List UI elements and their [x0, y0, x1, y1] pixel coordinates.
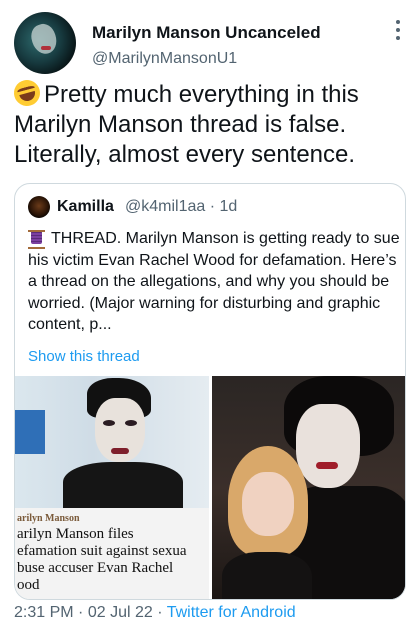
- tweet-footer: 2:31 PM · 02 Jul 22 · Twitter for Androi…: [14, 604, 296, 622]
- rolling-on-floor-laughing-icon: [11, 77, 43, 109]
- thread-spool-icon: [28, 230, 45, 249]
- article-kicker: arilyn Manson: [17, 513, 80, 524]
- tweet-date[interactable]: 02 Jul 22: [88, 604, 153, 621]
- author-name[interactable]: Marilyn Manson Uncanceled: [92, 23, 321, 43]
- quoted-separator: ·: [209, 198, 216, 215]
- more-options-icon[interactable]: [396, 20, 402, 40]
- author-avatar[interactable]: [14, 12, 76, 74]
- show-thread-link[interactable]: Show this thread: [28, 348, 140, 365]
- quoted-author-avatar[interactable]: [28, 196, 50, 218]
- footer-separator: ·: [157, 604, 163, 621]
- avatar-lips: [41, 46, 51, 50]
- tweet-time[interactable]: 2:31 PM: [14, 604, 74, 621]
- quoted-author-handle[interactable]: @k4mil1aa: [125, 198, 205, 215]
- article-headline: arilyn Manson files efamation suit again…: [17, 526, 187, 593]
- tweet-text-content: Pretty much everything in this Marilyn M…: [14, 81, 359, 168]
- quoted-text: THREAD. Marilyn Manson is getting ready …: [28, 228, 400, 336]
- media-image-photo[interactable]: [212, 376, 405, 599]
- quoted-author-meta: @k4mil1aa · 1d: [125, 198, 237, 216]
- quoted-text-content: THREAD. Marilyn Manson is getting ready …: [28, 230, 400, 334]
- article-photo: [15, 376, 209, 508]
- avatar-face: [27, 21, 61, 57]
- tweet-text: Pretty much everything in this Marilyn M…: [11, 77, 410, 170]
- article-caption: arilyn Manson arilyn Manson files efamat…: [15, 512, 209, 594]
- tweet-header: Marilyn Manson Uncanceled @MarilynManson…: [14, 12, 406, 76]
- footer-separator: ·: [78, 604, 84, 621]
- quoted-author-name[interactable]: Kamilla: [57, 198, 114, 216]
- tweet-source-link[interactable]: Twitter for Android: [167, 604, 296, 621]
- author-handle[interactable]: @MarilynMansonU1: [92, 50, 237, 68]
- media-image-article[interactable]: arilyn Manson arilyn Manson files efamat…: [15, 376, 209, 599]
- quoted-age[interactable]: 1d: [220, 198, 238, 215]
- quoted-tweet[interactable]: Kamilla @k4mil1aa · 1d THREAD. Marilyn M…: [14, 183, 406, 600]
- quoted-media: arilyn Manson arilyn Manson files efamat…: [15, 376, 405, 599]
